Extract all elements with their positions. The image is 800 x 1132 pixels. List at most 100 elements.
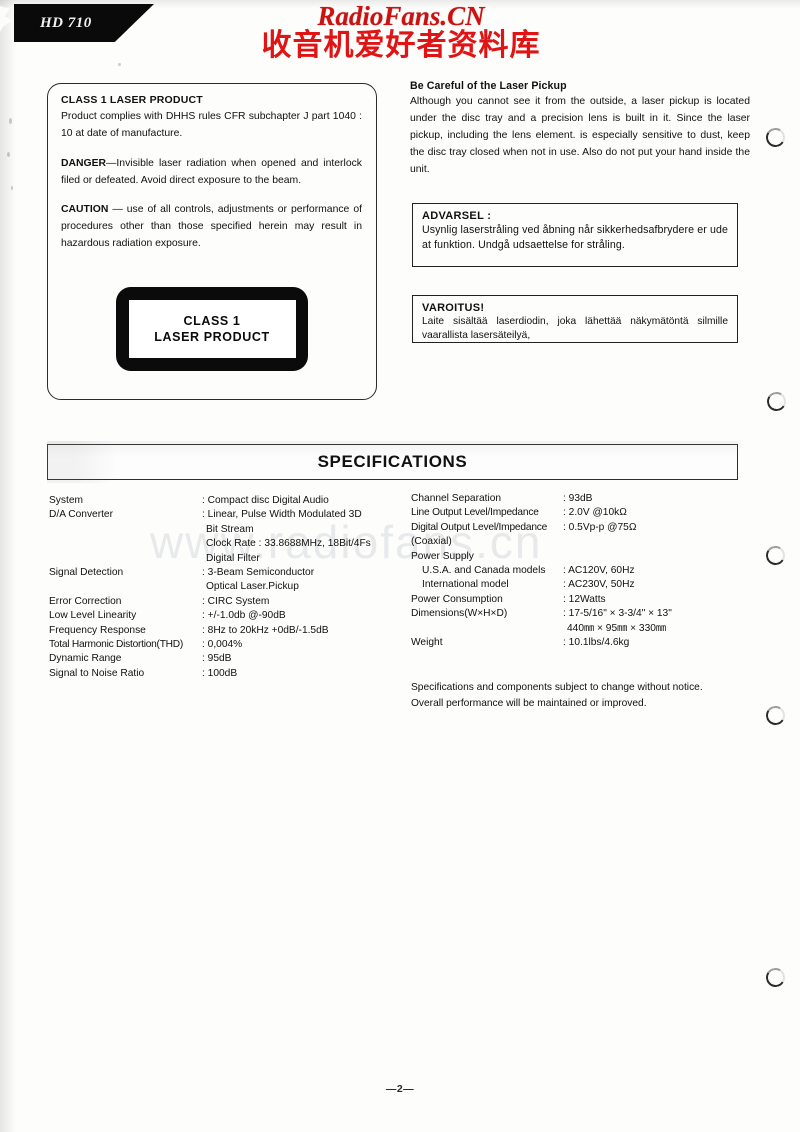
varoitus-warning-box: VAROITUS! Laite sisältää laserdiodin, jo… — [412, 295, 738, 343]
scan-speckle — [7, 152, 10, 157]
spec-row: System : Compact disc Digital Audio — [49, 495, 394, 506]
model-banner: HD 710 — [14, 4, 154, 42]
specifications-column-right: Channel Separation : 93dB Line Output Leve… — [411, 493, 756, 652]
spec-label: Channel Separation — [411, 493, 502, 504]
class1-laser-label-plate: CLASS 1 LASER PRODUCT — [116, 287, 308, 371]
spec-row: Digital Output Level/Impedance : 0.5Vp-p … — [411, 521, 756, 533]
specifications-note-line-1: Specifications and components subject to… — [411, 682, 703, 693]
spec-row: Error Correction : CIRC System — [49, 595, 394, 607]
binding-punch-mark — [764, 966, 787, 989]
binding-punch-mark — [764, 704, 787, 727]
spec-label: Line Output Level/Impedance — [411, 507, 539, 519]
pickup-care-body: Although you cannot see it from the outs… — [410, 96, 750, 175]
spec-row: International model : AC230V, 50Hz — [411, 580, 756, 590]
page-number: —2— — [385, 1083, 415, 1095]
spec-label: Dynamic Range — [49, 653, 122, 665]
specifications-banner: SPECIFICATIONS — [47, 444, 738, 480]
spec-value: : 100dB — [202, 667, 238, 679]
danger-lead: DANGER — [61, 157, 107, 169]
spec-continuation-line: Optical Laser.Pickup — [206, 581, 299, 593]
spec-value: : 95dB — [202, 653, 232, 665]
laser-safety-box: CLASS 1 LASER PRODUCT Product complies w… — [47, 83, 377, 400]
spec-row: Power Consumption : 12Watts — [411, 593, 756, 605]
spec-continuation-line: Clock Rate : 33.8688MHz, 18Bit/4Fs — [206, 538, 371, 550]
spec-label: Digital Output Level/Impedance — [411, 521, 548, 533]
spec-value: : 0.5Vp-p @75Ω — [563, 521, 637, 533]
danger-text: —Invisible laser radiation when opened a… — [61, 157, 362, 186]
spec-row: Frequency Response : 8Hz to 20kHz +0dB/-1… — [49, 624, 394, 636]
caution-lead: CAUTION — [61, 204, 109, 216]
spec-value: : Linear, Pulse Width Modulated 3D — [202, 509, 362, 521]
scan-speckle — [118, 63, 121, 66]
spec-row: Dimensions(W×H×D) : 17-5/16" × 3-3/4" × 1… — [411, 608, 756, 620]
scan-smudge — [0, 6, 12, 32]
spec-row: Low Level Linearity : +/-1.0db @-90dB — [49, 610, 394, 622]
spec-label: Dimensions(W×H×D) — [411, 608, 508, 620]
spec-continuation-line: 440㎜ × 95㎜ × 330㎜ — [567, 622, 667, 634]
spec-row: Signal Detection : 3-Beam Semiconductor — [49, 566, 394, 578]
spec-value: : 3-Beam Semiconductor — [202, 566, 315, 578]
spec-row: D/A Converter : Linear, Pulse Width Modul… — [49, 510, 394, 520]
binding-punch-mark — [764, 126, 787, 149]
spec-label: D/A Converter — [49, 509, 113, 521]
plate-line-2: LASER PRODUCT — [154, 330, 270, 344]
specifications-column-left: System : Compact disc Digital Audio D/A Co… — [49, 495, 394, 683]
spec-value: : 93dB — [563, 493, 593, 504]
spec-plain-line: Power Supply — [411, 550, 474, 562]
spec-value: : 8Hz to 20kHz +0dB/-1.5dB — [202, 624, 329, 636]
spec-value: : AC230V, 50Hz — [563, 579, 635, 591]
spec-value: : 12Watts — [563, 593, 606, 605]
spec-row: Line Output Level/Impedance : 2.0V @10kΩ — [411, 508, 756, 518]
spec-label: International model — [422, 579, 509, 591]
spec-label: Signal Detection — [49, 566, 124, 578]
scan-speckle — [9, 118, 12, 124]
spec-plain-line: (Coaxial) — [411, 536, 452, 548]
spec-row: U.S.A. and Canada models : AC120V, 60Hz — [411, 564, 756, 576]
specifications-note: Specifications and components subject to… — [411, 680, 751, 712]
spec-continuation-line: Bit Stream — [206, 523, 254, 535]
spec-label: U.S.A. and Canada models — [422, 564, 546, 576]
spec-value: : AC120V, 60Hz — [563, 564, 635, 576]
binding-punch-mark — [765, 390, 788, 413]
plate-line-1: CLASS 1 — [183, 313, 241, 328]
spec-continuation-line: Digital Filter — [206, 552, 260, 564]
spec-value: : CIRC System — [202, 595, 270, 607]
site-watermark: RadioFans.CN 收音机爱好者资料库 — [236, 1, 566, 64]
site-watermark-cjk: 收音机爱好者资料库 — [261, 28, 541, 64]
spec-label: Weight — [411, 636, 443, 648]
spec-label: Low Level Linearity — [49, 610, 137, 622]
spec-value: : Compact disc Digital Audio — [202, 495, 329, 506]
model-banner-label: HD 710 — [40, 14, 92, 31]
specifications-note-line-2: Overall performance will be maintained o… — [411, 697, 647, 709]
laser-box-caution: CAUTION — use of all controls, adjustmen… — [61, 202, 362, 253]
spec-label: Power Consumption — [411, 593, 503, 605]
spec-label: Signal to Noise Ratio — [49, 667, 145, 679]
site-watermark-latin: RadioFans.CN — [317, 1, 485, 31]
laser-box-heading: CLASS 1 LASER PRODUCT — [61, 94, 203, 106]
spec-row: Channel Separation : 93dB — [411, 493, 756, 504]
spec-label: Total Harmonic Distortion(THD) — [49, 638, 184, 650]
spec-value: : 2.0V @10kΩ — [563, 507, 627, 519]
varoitus-title: VAROITUS! — [422, 302, 485, 314]
spec-value: : 10.1lbs/4.6kg — [563, 636, 630, 648]
spec-row: Total Harmonic Distortion(THD) : 0,004% — [49, 638, 394, 650]
scan-edge-shadow-left — [0, 0, 16, 1132]
advarsel-body: Usynlig laserstråling ved åbning når sik… — [422, 224, 728, 252]
laser-pickup-care-note: Be Careful of the Laser Pickup Although … — [410, 80, 750, 179]
spec-value: : 0,004% — [202, 638, 243, 650]
spec-label: Error Correction — [49, 595, 122, 607]
scan-speckle — [11, 186, 13, 190]
spec-row: Dynamic Range : 95dB — [49, 654, 394, 664]
spec-label: Frequency Response — [49, 624, 146, 636]
spec-label: System — [49, 495, 83, 506]
laser-box-danger: DANGER—Invisible laser radiation when op… — [61, 156, 362, 190]
advarsel-warning-box: ADVARSEL : Usynlig laserstråling ved åbn… — [412, 203, 738, 267]
spec-value: : 17-5/16" × 3-3/4" × 13" — [563, 608, 672, 620]
spec-row: Signal to Noise Ratio : 100dB — [49, 667, 394, 679]
spec-value: : +/-1.0db @-90dB — [202, 610, 286, 622]
laser-box-intro: Product complies with DHHS rules CFR sub… — [61, 111, 362, 139]
pickup-care-heading: Be Careful of the Laser Pickup — [410, 80, 567, 92]
spec-row: Weight : 10.1lbs/4.6kg — [411, 636, 756, 648]
binding-punch-mark — [764, 544, 787, 567]
scanned-page: HD 710 RadioFans.CN 收音机爱好者资料库 www.radiof… — [0, 0, 800, 1132]
